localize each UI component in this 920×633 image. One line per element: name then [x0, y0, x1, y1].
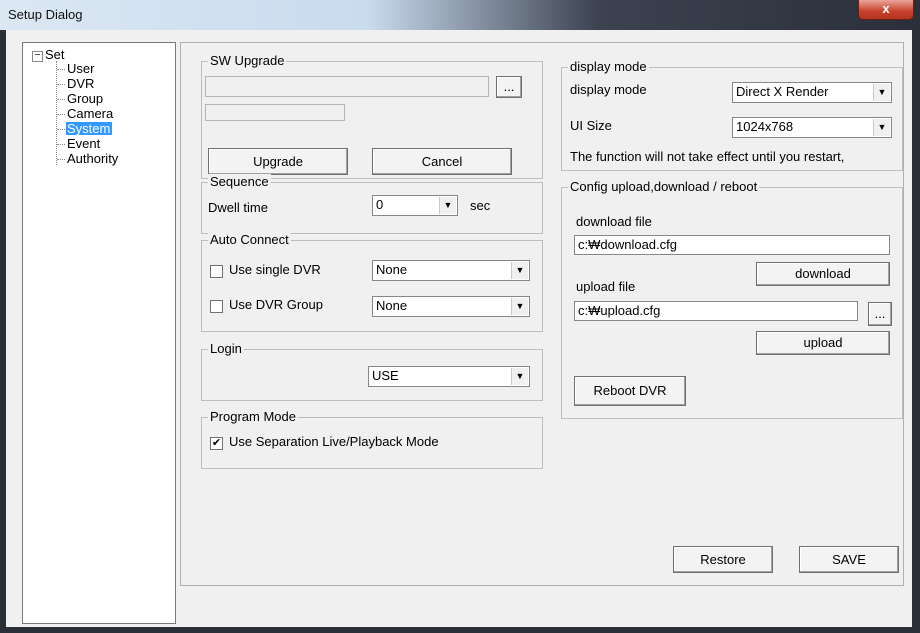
cancel-button[interactable]: Cancel: [372, 148, 512, 175]
save-button[interactable]: SAVE: [799, 546, 899, 573]
dvr-group-checkbox[interactable]: [210, 300, 223, 313]
single-dvr-checkbox[interactable]: [210, 265, 223, 278]
dvr-group-label[interactable]: Use DVR Group: [229, 297, 323, 312]
tree-item-system[interactable]: System: [66, 122, 113, 135]
sequence-group: Sequence Dwell time 0 ▼ sec: [201, 174, 543, 234]
tree-root-set[interactable]: Set: [45, 48, 65, 61]
display-mode-label: display mode: [570, 82, 647, 97]
dwell-unit-label: sec: [470, 198, 491, 213]
separation-mode-checkbox[interactable]: ✔: [210, 437, 223, 450]
reboot-dvr-button[interactable]: Reboot DVR: [574, 376, 686, 406]
sw-upgrade-legend: SW Upgrade: [208, 53, 287, 68]
upload-button[interactable]: upload: [756, 331, 890, 355]
login-select[interactable]: USE ▼: [368, 366, 530, 387]
login-value: USE: [372, 368, 399, 383]
auto-connect-legend: Auto Connect: [208, 232, 291, 247]
upgrade-browse-button[interactable]: ...: [496, 76, 522, 98]
config-group: Config upload,download / reboot download…: [561, 179, 903, 419]
config-legend: Config upload,download / reboot: [568, 179, 760, 194]
separation-mode-label[interactable]: Use Separation Live/Playback Mode: [229, 434, 439, 449]
settings-tree[interactable]: − Set User DVR Group Camera System Event…: [22, 42, 176, 624]
display-mode-select[interactable]: Direct X Render ▼: [732, 82, 892, 103]
single-dvr-value: None: [376, 262, 408, 277]
ui-size-label: UI Size: [570, 118, 612, 133]
auto-connect-group: Auto Connect Use single DVR None ▼ Use D…: [201, 232, 543, 332]
tree-item-authority[interactable]: Authority: [67, 152, 118, 165]
tree-branch: [57, 159, 65, 160]
ui-size-select[interactable]: 1024x768 ▼: [732, 117, 892, 138]
tree-connector: [56, 61, 57, 165]
tree-item-group[interactable]: Group: [67, 92, 103, 105]
program-mode-group: Program Mode ✔ Use Separation Live/Playb…: [201, 409, 543, 469]
dwell-time-select[interactable]: 0 ▼: [372, 195, 458, 216]
upload-browse-button[interactable]: ...: [868, 302, 892, 326]
tree-item-event[interactable]: Event: [67, 137, 100, 150]
display-mode-legend: display mode: [568, 59, 649, 74]
display-mode-value: Direct X Render: [736, 84, 829, 99]
chevron-down-icon[interactable]: ▼: [511, 298, 528, 315]
upgrade-progress-bar: [205, 104, 345, 121]
login-legend: Login: [208, 341, 244, 356]
download-file-label: download file: [576, 214, 652, 229]
display-mode-group: display mode display mode Direct X Rende…: [561, 59, 903, 171]
dwell-time-label: Dwell time: [208, 200, 268, 215]
upload-file-field[interactable]: c:₩upload.cfg: [574, 301, 858, 321]
chevron-down-icon[interactable]: ▼: [439, 197, 456, 214]
single-dvr-label[interactable]: Use single DVR: [229, 262, 321, 277]
dwell-time-value: 0: [376, 197, 384, 212]
chevron-down-icon[interactable]: ▼: [873, 119, 890, 136]
title-bar: [0, 0, 920, 30]
dvr-group-select[interactable]: None ▼: [372, 296, 530, 317]
close-button[interactable]: x: [858, 0, 914, 20]
tree-branch: [57, 69, 65, 70]
upgrade-button[interactable]: Upgrade: [208, 148, 348, 175]
upgrade-file-field[interactable]: [205, 76, 489, 97]
upload-file-label: upload file: [576, 279, 636, 294]
tree-branch: [57, 114, 65, 115]
tree-item-camera[interactable]: Camera: [67, 107, 113, 120]
sw-upgrade-group: SW Upgrade ... Upgrade Cancel: [201, 53, 543, 179]
restart-note: The function will not take effect until …: [570, 149, 845, 164]
tree-branch: [57, 99, 65, 100]
single-dvr-select[interactable]: None ▼: [372, 260, 530, 281]
collapse-icon[interactable]: −: [32, 51, 43, 62]
download-button[interactable]: download: [756, 262, 890, 286]
dvr-group-value: None: [376, 298, 408, 313]
program-mode-legend: Program Mode: [208, 409, 298, 424]
restore-button[interactable]: Restore: [673, 546, 773, 573]
tree-branch: [57, 144, 65, 145]
chevron-down-icon[interactable]: ▼: [511, 368, 528, 385]
tree-item-dvr[interactable]: DVR: [67, 77, 94, 90]
login-group: Login USE ▼: [201, 341, 543, 401]
sequence-legend: Sequence: [208, 174, 271, 189]
tree-item-user[interactable]: User: [67, 62, 94, 75]
chevron-down-icon[interactable]: ▼: [511, 262, 528, 279]
chevron-down-icon[interactable]: ▼: [873, 84, 890, 101]
download-file-field[interactable]: c:₩download.cfg: [574, 235, 890, 255]
window-title: Setup Dialog: [8, 7, 83, 22]
settings-panel: SW Upgrade ... Upgrade Cancel Sequence D…: [180, 42, 904, 586]
tree-branch: [57, 129, 65, 130]
ui-size-value: 1024x768: [736, 119, 794, 134]
tree-branch: [57, 84, 65, 85]
